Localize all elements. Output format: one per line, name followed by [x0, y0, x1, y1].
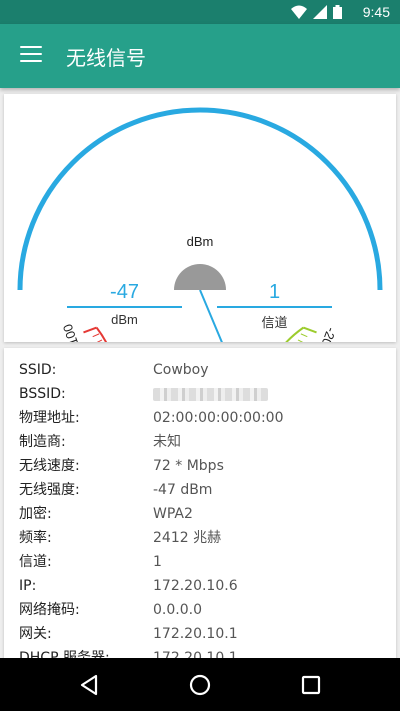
- recents-icon[interactable]: [296, 670, 326, 700]
- gauge-minor-tick: [92, 333, 100, 338]
- channel-readout-value: 1: [268, 281, 281, 303]
- info-value: -47 dBm: [153, 482, 213, 498]
- page-title: 无线信号: [66, 46, 146, 70]
- home-icon[interactable]: [185, 670, 215, 700]
- info-value: 172.20.10.1: [153, 626, 238, 642]
- system-nav-bar: [0, 658, 400, 711]
- info-value: Cowboy: [153, 362, 209, 378]
- gauge-major-tick: [83, 326, 97, 334]
- info-key: 频率:: [19, 530, 52, 546]
- info-value: 2412 兆赫: [153, 530, 222, 546]
- signal-readout-value: -47: [110, 281, 139, 303]
- info-key: 网络掩码:: [19, 602, 80, 618]
- signal-gauge: -100-90-80-70-60-50-40-30-20 dBm: [17, 107, 383, 435]
- redacted-block: [153, 387, 268, 401]
- info-value: 未知: [153, 434, 181, 450]
- gauge-minor-tick: [297, 339, 305, 344]
- info-key: 加密:: [19, 506, 52, 522]
- battery-icon: [333, 5, 342, 19]
- channel-readout-underline: [217, 306, 332, 308]
- info-key: IP:: [19, 578, 37, 594]
- signal-readout: -47 dBm: [67, 280, 182, 327]
- info-key: 无线强度:: [19, 482, 80, 498]
- info-key: SSID:: [19, 362, 57, 378]
- status-bar: 9:45: [0, 0, 400, 24]
- status-time: 9:45: [362, 4, 390, 20]
- info-value: 172.20.10.6: [153, 578, 238, 594]
- gauge-minor-tick: [95, 339, 103, 344]
- signal-gauge-card: -100-90-80-70-60-50-40-30-20 dBm -47 dBm…: [4, 94, 396, 435]
- cell-signal-icon: [313, 5, 327, 19]
- menu-icon[interactable]: [20, 46, 42, 64]
- app-bar: 无线信号: [0, 24, 400, 88]
- info-value: 1: [153, 554, 162, 570]
- status-icons: [291, 5, 342, 19]
- info-key: 信道:: [19, 554, 52, 570]
- channel-readout: 1 信道: [217, 280, 332, 331]
- info-key: 制造商:: [19, 434, 66, 450]
- info-key: 物理地址:: [19, 410, 80, 426]
- info-value: 0.0.0.0: [153, 602, 202, 618]
- gauge-weak-zone-arc: [95, 327, 114, 358]
- gauge-unit-label: dBm: [187, 234, 214, 249]
- signal-readout-label: dBm: [111, 312, 138, 327]
- info-key: 网关:: [19, 626, 52, 642]
- info-value: 72 * Mbps: [153, 458, 224, 474]
- network-info-card: SSID: Cowboy BSSID: 物理地址: 02:00:00:00:00…: [4, 348, 396, 668]
- gauge-outer-arc: [17, 107, 383, 291]
- wifi-icon: [291, 5, 307, 19]
- channel-readout-label: 信道: [261, 315, 288, 330]
- gauge-minor-tick: [300, 333, 308, 338]
- info-value: WPA2: [153, 506, 193, 522]
- back-icon[interactable]: [74, 670, 104, 700]
- info-value-redacted: [153, 382, 268, 406]
- info-value: 02:00:00:00:00:00: [153, 410, 284, 426]
- info-key: 无线速度:: [19, 458, 80, 474]
- info-key: BSSID:: [19, 386, 66, 402]
- signal-readout-underline: [67, 306, 182, 308]
